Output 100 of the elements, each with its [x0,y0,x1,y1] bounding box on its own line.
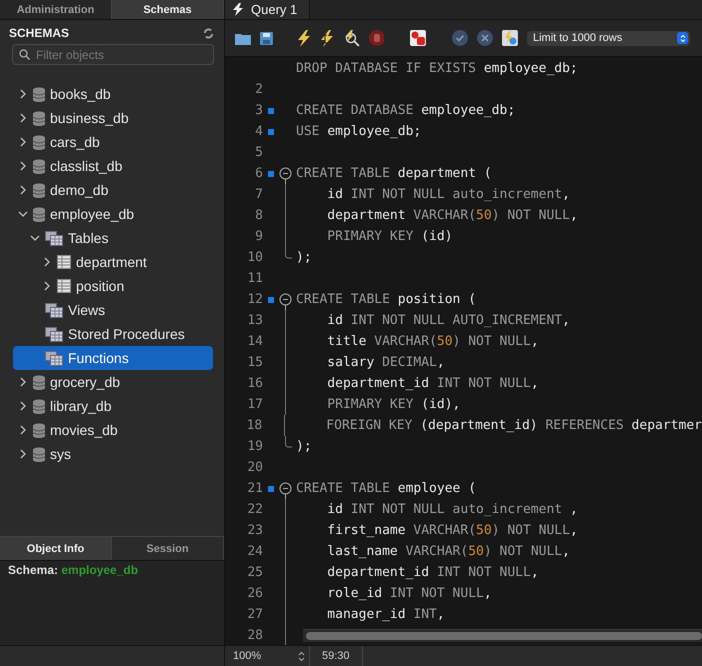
code-line: PRIMARY KEY (id), [326,397,460,412]
chevron-right-icon[interactable] [18,425,28,435]
tree-item[interactable]: department [13,250,213,274]
panel-tab[interactable]: Object Info [0,537,112,560]
tree-item[interactable]: business_db [13,106,213,130]
chevron-right-icon[interactable] [18,185,28,195]
tree-item[interactable]: Tables [13,226,213,250]
tree-item[interactable]: demo_db [13,178,213,202]
chevron-down-icon[interactable] [18,209,28,219]
database-icon [33,158,45,174]
table-icon [57,255,71,269]
tree-item[interactable]: grocery_db [13,370,213,394]
filter-field[interactable]: Filter objects [12,44,214,65]
row-limit-select[interactable]: Limit to 1000 rows [526,30,690,46]
magnifier-icon[interactable] [342,30,360,46]
tree-item[interactable]: movies_db [13,418,213,442]
code-line: FOREIGN KEY (department_id) REFERENCES departmer [325,418,702,433]
database-icon [33,110,45,126]
horizontal-scrollbar[interactable] [303,629,702,642]
database-icon [33,206,45,222]
line-number: 2 [255,82,263,97]
chevron-right-icon[interactable] [18,449,28,459]
line-number: 21 [247,481,263,496]
chevron-right-icon[interactable] [18,161,28,171]
filter-input[interactable]: Filter objects [36,48,207,62]
code-line: id INT NOT NULL auto_increment , [326,502,578,517]
cursor-position: 59:30 [322,650,350,662]
code-line: manager_id INT, [326,607,445,622]
chevron-right-icon[interactable] [18,89,28,99]
line-number: 5 [255,145,263,160]
tree-item[interactable]: cars_db [13,130,213,154]
code-line: CREATE DATABASE employee_db; [296,103,516,118]
folder-stack-icon [45,302,63,318]
line-number: 8 [255,208,263,223]
code-line: department_id INT NOT NULL, [326,376,539,391]
database-icon [33,182,45,198]
database-icon [33,398,45,414]
schema-info: Schema: employee_db [8,563,138,577]
lightning-cursor-icon[interactable] [320,30,334,46]
line-number: 24 [247,544,263,559]
folder-stack-icon [45,350,63,366]
database-icon [33,134,45,150]
folder-stack-icon [45,326,63,342]
code-line: USE employee_db; [296,124,422,139]
line-number: 27 [247,607,263,622]
code-line: DROP DATABASE IF EXISTS employee_db; [296,61,578,76]
folder-stack-icon [45,230,63,246]
code-line: first_name VARCHAR(50) NOT NULL, [326,523,578,538]
stepper-icon[interactable] [298,650,305,662]
save-icon[interactable] [260,32,273,44]
sidebar-tab[interactable]: Schemas [112,0,224,19]
clear-icon[interactable] [410,30,426,46]
code-line: CREATE TABLE employee ( [296,481,476,496]
code-line: department_id INT NOT NULL, [326,565,539,580]
tree-item[interactable]: sys [13,442,213,466]
tree-item[interactable]: Stored Procedures [13,322,213,346]
code-line: PRIMARY KEY (id) [326,229,453,244]
chevron-right-icon[interactable] [18,137,28,147]
line-number: 16 [247,376,263,391]
tree-item[interactable]: library_db [13,394,213,418]
line-number: 3 [255,103,263,118]
code-line: id INT NOT NULL auto_increment, [326,187,570,202]
lightning-icon[interactable] [296,30,311,46]
tree-item[interactable]: books_db [13,82,213,106]
line-number: 22 [247,502,263,517]
tree-item[interactable]: employee_db [13,202,213,226]
tree-item[interactable]: Functions [13,346,213,370]
code-line: ); [296,439,312,454]
chevron-right-icon[interactable] [18,377,28,387]
database-icon [33,86,45,102]
tree-item[interactable]: Views [13,298,213,322]
tree-item[interactable]: classlist_db [13,154,213,178]
refresh-icon[interactable] [203,28,214,38]
chevron-down-icon[interactable] [30,233,40,243]
line-number: 14 [247,334,263,349]
code-line: role_id INT NOT NULL, [326,586,492,601]
tree-item[interactable]: position [13,274,213,298]
line-number: 10 [247,250,263,265]
code-line: department VARCHAR(50) NOT NULL, [326,208,578,223]
table-icon [57,279,71,293]
check-icon[interactable] [452,30,468,46]
chevron-right-icon[interactable] [42,257,52,267]
lightning-icon [233,3,243,16]
folder-icon[interactable] [235,32,251,44]
chevron-right-icon[interactable] [18,401,28,411]
chevron-right-icon[interactable] [18,113,28,123]
chevron-right-icon[interactable] [42,281,52,291]
code-line: id INT NOT NULL AUTO_INCREMENT, [326,313,570,328]
line-number: 9 [255,229,263,244]
search-icon [19,49,30,60]
cancel-icon[interactable] [477,30,494,46]
line-number: 20 [247,460,263,475]
query-tab[interactable]: Query 1 [225,0,310,19]
line-number: 23 [247,523,263,538]
code-line: last_name VARCHAR(50) NOT NULL, [326,544,570,559]
line-number: 28 [247,628,263,643]
code-line: title VARCHAR(50) NOT NULL, [326,334,539,349]
zoom-level: 100% [233,650,262,662]
stop-icon[interactable] [368,30,384,46]
stepper-icon [680,34,686,42]
